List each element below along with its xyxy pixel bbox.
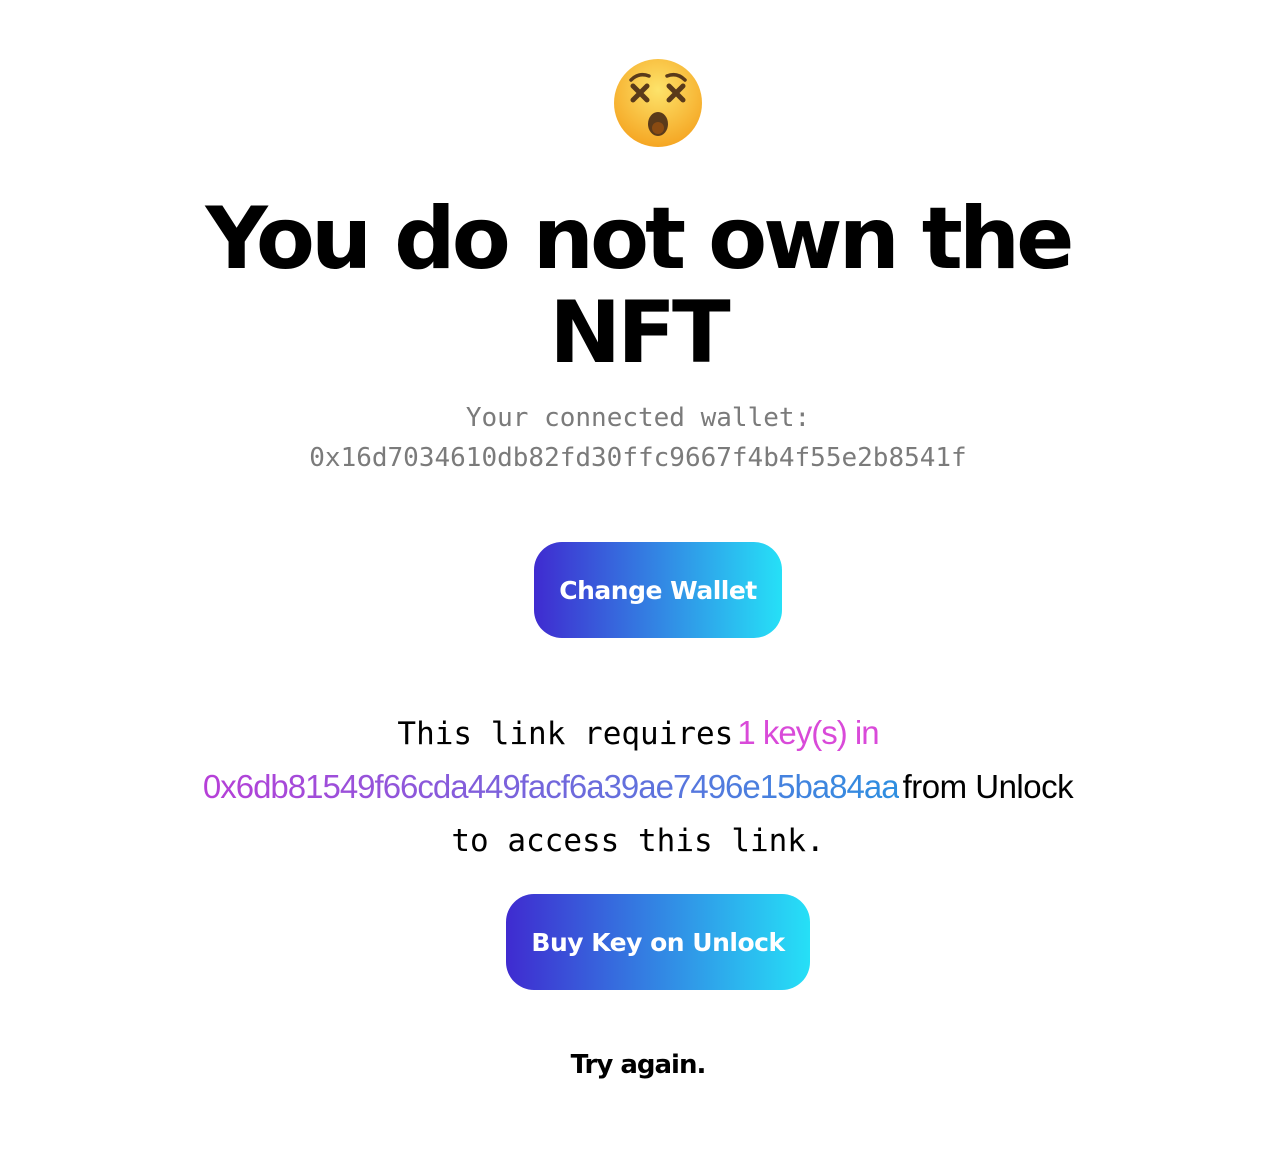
- page: You do not own the NFT Your connected wa…: [0, 0, 1276, 1164]
- requirement-line-3: to access this link.: [0, 816, 1276, 866]
- lock-address: 0x6db81549f66cda449facf6a39ae7496e15ba84…: [202, 768, 900, 805]
- requirement-suffix: to access this link.: [451, 823, 825, 859]
- wallet-address: 0x16d7034610db82fd30ffc9667f4b4f55e2b854…: [309, 443, 967, 473]
- buy-key-button[interactable]: Buy Key on Unlock: [506, 894, 810, 990]
- key-count: 1 key(s) in: [737, 714, 879, 751]
- try-again-link[interactable]: Try again.: [0, 1050, 1276, 1080]
- page-title: You do not own the NFT: [0, 192, 1276, 380]
- requirement-line-1: This link requires 1 key(s) in: [0, 708, 1276, 758]
- lock-provider: from Unlock: [902, 768, 1074, 805]
- change-wallet-button[interactable]: Change Wallet: [534, 542, 782, 638]
- wallet-label: Your connected wallet:: [465, 403, 811, 433]
- page-title-line-2: NFT: [549, 283, 730, 383]
- connected-wallet-info: Your connected wallet: 0x16d7034610db82f…: [0, 398, 1276, 478]
- page-title-line-1: You do not own the: [205, 189, 1075, 289]
- requirement-line-2: 0x6db81549f66cda449facf6a39ae7496e15ba84…: [0, 762, 1276, 812]
- astonished-face-icon: [614, 59, 702, 147]
- requirement-prefix: This link requires: [397, 716, 734, 752]
